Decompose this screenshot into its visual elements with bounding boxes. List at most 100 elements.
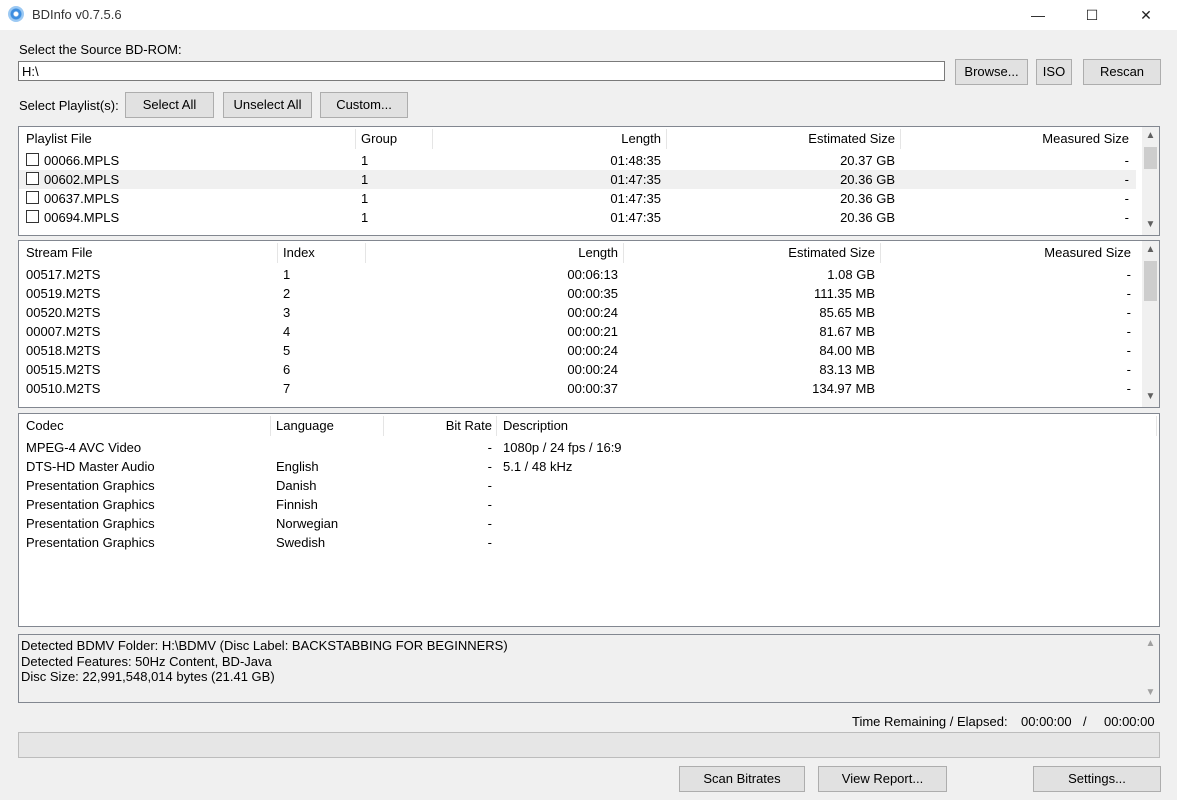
scan-progress-bar <box>18 732 1160 758</box>
codec-name: Presentation Graphics <box>26 497 155 512</box>
playlist-length: 01:47:35 <box>610 191 661 206</box>
stream-col-length[interactable]: Length <box>371 241 618 265</box>
time-remaining-label: Time Remaining / Elapsed: <box>852 714 1008 729</box>
playlist-col-estimated-size[interactable]: Estimated Size <box>674 127 895 151</box>
playlist-scrollbar[interactable]: ▲ ▼ <box>1142 127 1159 235</box>
playlist-row[interactable]: 00694.MPLS 1 01:47:35 20.36 GB - <box>19 208 1136 227</box>
playlist-measured-size: - <box>1124 153 1129 168</box>
codec-col-description[interactable]: Description <box>503 414 568 438</box>
minimize-icon[interactable]: — <box>1015 0 1061 30</box>
codec-row[interactable]: Presentation Graphics Danish - <box>19 476 1149 495</box>
codec-col-language[interactable]: Language <box>276 414 334 438</box>
stream-length: 00:00:21 <box>567 324 618 339</box>
playlist-checkbox[interactable] <box>26 191 39 204</box>
playlist-row[interactable]: 00602.MPLS 1 01:47:35 20.36 GB - <box>19 170 1136 189</box>
stream-col-estimated-size[interactable]: Estimated Size <box>629 241 875 265</box>
stream-col-measured-size[interactable]: Measured Size <box>885 241 1131 265</box>
stream-row[interactable]: 00520.M2TS 3 00:00:24 85.65 MB - <box>19 303 1136 322</box>
custom-button[interactable]: Custom... <box>320 92 408 118</box>
scroll-up-icon[interactable]: ▲ <box>1142 127 1159 144</box>
maximize-icon[interactable]: ☐ <box>1069 0 1115 30</box>
codec-bit-rate: - <box>487 497 492 512</box>
playlist-checkbox[interactable] <box>26 210 39 223</box>
codec-row[interactable]: Presentation Graphics Norwegian - <box>19 514 1149 533</box>
playlist-col-file[interactable]: Playlist File <box>26 127 92 151</box>
playlist-length: 01:47:35 <box>610 172 661 187</box>
stream-index: 3 <box>283 305 291 320</box>
playlist-checkbox[interactable] <box>26 172 39 185</box>
stream-row[interactable]: 00510.M2TS 7 00:00:37 134.97 MB - <box>19 379 1136 398</box>
stream-index: 4 <box>283 324 291 339</box>
playlist-col-measured-size[interactable]: Measured Size <box>907 127 1129 151</box>
codec-bit-rate: - <box>487 516 492 531</box>
scroll-thumb[interactable] <box>1144 147 1157 169</box>
close-icon[interactable]: ✕ <box>1123 0 1169 30</box>
stream-row[interactable]: 00518.M2TS 5 00:00:24 84.00 MB - <box>19 341 1136 360</box>
log-textbox[interactable]: Detected BDMV Folder: H:\BDMV (Disc Labe… <box>18 634 1160 703</box>
select-all-button[interactable]: Select All <box>125 92 214 118</box>
codec-col-codec[interactable]: Codec <box>26 414 64 438</box>
unselect-all-button[interactable]: Unselect All <box>223 92 312 118</box>
stream-file: 00519.M2TS <box>26 286 101 301</box>
stream-scrollbar[interactable]: ▲ ▼ <box>1142 241 1159 407</box>
playlist-col-group[interactable]: Group <box>361 127 397 151</box>
stream-length: 00:00:24 <box>567 362 618 377</box>
stream-col-index[interactable]: Index <box>283 241 315 265</box>
scroll-down-icon[interactable]: ▼ <box>1142 684 1159 701</box>
codec-name: MPEG-4 AVC Video <box>26 440 142 455</box>
codec-row[interactable]: DTS-HD Master Audio English -5.1 / 48 kHz <box>19 457 1149 476</box>
scroll-up-icon[interactable]: ▲ <box>1142 241 1159 258</box>
stream-file: 00007.M2TS <box>26 324 101 339</box>
playlist-row[interactable]: 00066.MPLS 1 01:48:35 20.37 GB - <box>19 151 1136 170</box>
playlist-estimated-size: 20.36 GB <box>840 210 895 225</box>
playlist-col-length[interactable]: Length <box>439 127 661 151</box>
stream-estimated-size: 85.65 MB <box>819 305 875 320</box>
stream-row[interactable]: 00519.M2TS 2 00:00:35 111.35 MB - <box>19 284 1136 303</box>
view-report-button[interactable]: View Report... <box>818 766 947 792</box>
rescan-button[interactable]: Rescan <box>1083 59 1161 85</box>
codec-row[interactable]: Presentation Graphics Swedish - <box>19 533 1149 552</box>
scroll-down-icon[interactable]: ▼ <box>1142 388 1159 405</box>
stream-measured-size: - <box>1126 267 1131 282</box>
settings-button[interactable]: Settings... <box>1033 766 1161 792</box>
codec-row[interactable]: MPEG-4 AVC Video -1080p / 24 fps / 16:9 <box>19 438 1149 457</box>
iso-button[interactable]: ISO <box>1036 59 1072 85</box>
log-line: Detected Features: 50Hz Content, BD-Java <box>21 653 272 669</box>
stream-length: 00:00:37 <box>567 381 618 396</box>
stream-length: 00:00:24 <box>567 343 618 358</box>
playlist-estimated-size: 20.37 GB <box>840 153 895 168</box>
time-separator: / <box>1083 714 1087 729</box>
scan-bitrates-button[interactable]: Scan Bitrates <box>679 766 805 792</box>
stream-row[interactable]: 00007.M2TS 4 00:00:21 81.67 MB - <box>19 322 1136 341</box>
scroll-thumb[interactable] <box>1144 261 1157 301</box>
log-scrollbar[interactable]: ▲ ▼ <box>1142 635 1159 702</box>
stream-length: 00:00:24 <box>567 305 618 320</box>
scroll-down-icon[interactable]: ▼ <box>1142 216 1159 233</box>
source-label: Select the Source BD-ROM: <box>19 42 182 57</box>
codec-row[interactable]: Presentation Graphics Finnish - <box>19 495 1149 514</box>
codec-bit-rate: - <box>487 440 492 455</box>
playlist-table: Playlist File Group Length Estimated Siz… <box>18 126 1160 236</box>
source-path-input[interactable]: H:\ <box>18 61 945 81</box>
stream-measured-size: - <box>1126 362 1131 377</box>
playlist-measured-size: - <box>1124 172 1129 187</box>
stream-row[interactable]: 00515.M2TS 6 00:00:24 83.13 MB - <box>19 360 1136 379</box>
codec-table: Codec Language Bit Rate Description MPEG… <box>18 413 1160 627</box>
codec-col-bit-rate[interactable]: Bit Rate <box>389 414 492 438</box>
playlist-file: 00602.MPLS <box>44 172 120 187</box>
disc-icon <box>8 6 24 22</box>
playlist-checkbox[interactable] <box>26 153 39 166</box>
scroll-up-icon[interactable]: ▲ <box>1142 635 1159 652</box>
browse-button[interactable]: Browse... <box>955 59 1028 85</box>
playlist-estimated-size: 20.36 GB <box>840 191 895 206</box>
playlist-row[interactable]: 00637.MPLS 1 01:47:35 20.36 GB - <box>19 189 1136 208</box>
stream-estimated-size: 83.13 MB <box>819 362 875 377</box>
stream-estimated-size: 134.97 MB <box>812 381 875 396</box>
playlist-group: 1 <box>361 153 369 168</box>
window-title: BDInfo v0.7.5.6 <box>32 7 122 22</box>
playlist-estimated-size: 20.36 GB <box>840 172 895 187</box>
stream-estimated-size: 1.08 GB <box>827 267 875 282</box>
stream-index: 1 <box>283 267 291 282</box>
stream-col-file[interactable]: Stream File <box>26 241 92 265</box>
stream-row[interactable]: 00517.M2TS 1 00:06:13 1.08 GB - <box>19 265 1136 284</box>
